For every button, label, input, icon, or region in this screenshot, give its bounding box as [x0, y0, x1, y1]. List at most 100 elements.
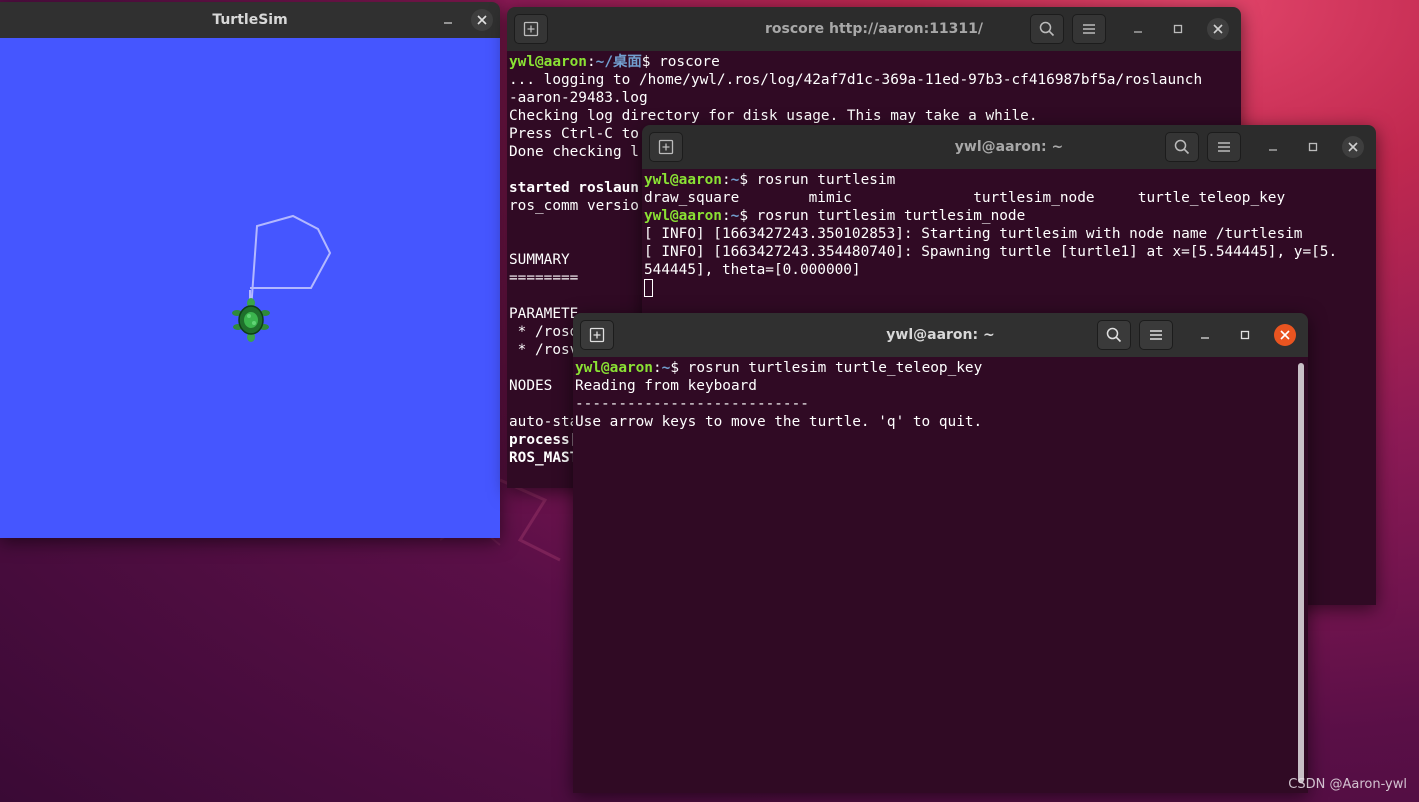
prompt-path: ~/桌面 [595, 54, 642, 70]
terminal-line: --------------------------- [575, 395, 1308, 413]
terminal-text: * /rosv [509, 342, 579, 358]
terminal-text: Reading from keyboard [575, 378, 757, 394]
turtle-path-drawing [232, 214, 332, 342]
minimize-button[interactable] [1262, 136, 1284, 158]
terminal-text: SUMMARY [509, 252, 570, 268]
maximize-icon [1173, 24, 1183, 34]
search-icon [1106, 327, 1122, 343]
minimize-icon [1134, 31, 1142, 33]
close-icon [1280, 330, 1290, 340]
prompt-user: ywl@aaron [644, 172, 722, 188]
new-tab-icon [589, 327, 605, 343]
turtlesim-window[interactable]: TurtleSim [0, 2, 500, 538]
window-title: TurtleSim [212, 12, 288, 28]
maximize-button[interactable] [1167, 18, 1189, 40]
teleop-terminal-window[interactable]: ywl@aaron: ~ ywl@aaron:~$ rosrun turtles… [573, 313, 1308, 793]
hamburger-menu-icon [1150, 330, 1162, 340]
new-tab-icon [523, 21, 539, 37]
close-button[interactable] [1207, 18, 1229, 40]
terminal-text: $ rosrun turtlesim [739, 172, 896, 188]
terminal-text: $ roscore [641, 54, 720, 70]
search-button[interactable] [1030, 14, 1064, 44]
search-button[interactable] [1097, 320, 1131, 350]
prompt-user: ywl@aaron [509, 54, 587, 70]
search-icon [1174, 139, 1190, 155]
terminal-text: --------------------------- [575, 396, 809, 412]
hamburger-menu-icon [1083, 24, 1095, 34]
terminal-text: : [652, 360, 662, 376]
terminal-text: * /rosd [509, 324, 579, 340]
maximize-button[interactable] [1234, 324, 1256, 346]
terminal-line: ywl@aaron:~$ rosrun turtlesim [644, 171, 1376, 189]
close-icon [477, 15, 487, 25]
close-icon [1348, 142, 1358, 152]
terminal-text: Done checking l [509, 144, 639, 160]
terminal-text: ros_comm versio [509, 198, 639, 214]
minimize-button[interactable] [1127, 18, 1149, 40]
new-tab-button[interactable] [580, 320, 614, 350]
watermark: CSDN @Aaron-ywl [1288, 777, 1407, 792]
teleop-titlebar[interactable]: ywl@aaron: ~ [573, 313, 1308, 357]
minimize-icon [444, 22, 452, 24]
terminal-text: $ rosrun turtlesim turtle_teleop_key [670, 360, 983, 376]
terminal-text: -aaron-29483.log [509, 90, 648, 106]
scrollbar[interactable] [1298, 363, 1304, 783]
terminal-text: [ INFO] [1663427243.350102853]: Starting… [644, 226, 1303, 242]
terminal-text: auto-sta [509, 414, 579, 430]
minimize-icon [1201, 337, 1209, 339]
close-icon [1213, 24, 1223, 34]
maximize-button[interactable] [1302, 136, 1324, 158]
terminal-line [644, 279, 1376, 297]
close-button[interactable] [471, 9, 493, 31]
minimize-button[interactable] [437, 9, 459, 31]
maximize-icon [1308, 142, 1318, 152]
terminal-line: 544445], theta=[0.000000] [644, 261, 1376, 279]
minimize-button[interactable] [1194, 324, 1216, 346]
menu-button[interactable] [1139, 320, 1173, 350]
terminal-text: ROS_MAST [509, 450, 579, 466]
maximize-icon [1240, 330, 1250, 340]
terminal-output[interactable]: ywl@aaron:~$ rosrun turtlesim turtle_tel… [573, 357, 1308, 793]
terminal-text: 544445], theta=[0.000000] [644, 262, 861, 278]
terminal-text: [ INFO] [1663427243.354480740]: Spawning… [644, 244, 1338, 260]
terminal-text: NODES [509, 378, 553, 394]
search-icon [1039, 21, 1055, 37]
terminal-text: Checking log directory for disk usage. T… [509, 108, 1038, 124]
turtlesim-node-titlebar[interactable]: ywl@aaron: ~ [642, 125, 1376, 169]
menu-button[interactable] [1072, 14, 1106, 44]
terminal-line: draw_square mimic turtlesim_node turtle_… [644, 189, 1376, 207]
roscore-titlebar[interactable]: roscore http://aaron:11311/ [507, 7, 1241, 51]
text-cursor [644, 279, 653, 297]
terminal-text: Press Ctrl-C to [509, 126, 639, 142]
terminal-text: ======== [509, 270, 579, 286]
turtle-icon [232, 298, 270, 342]
terminal-line: ywl@aaron:~$ rosrun turtlesim turtlesim_… [644, 207, 1376, 225]
close-button[interactable] [1274, 324, 1296, 346]
search-button[interactable] [1165, 132, 1199, 162]
turtlesim-titlebar[interactable]: TurtleSim [0, 2, 500, 38]
terminal-text: Use arrow keys to move the turtle. 'q' t… [575, 414, 983, 430]
minimize-icon [1269, 149, 1277, 151]
prompt-user: ywl@aaron [575, 360, 653, 376]
terminal-line: [ INFO] [1663427243.350102853]: Starting… [644, 225, 1376, 243]
terminal-line: Checking log directory for disk usage. T… [509, 107, 1241, 125]
terminal-text: $ rosrun turtlesim turtlesim_node [739, 208, 1026, 224]
terminal-text: process[ [509, 432, 579, 448]
terminal-line: Reading from keyboard [575, 377, 1308, 395]
terminal-line: Use arrow keys to move the turtle. 'q' t… [575, 413, 1308, 431]
new-tab-button[interactable] [649, 132, 683, 162]
terminal-line: -aaron-29483.log [509, 89, 1241, 107]
terminal-text: PARAMETE [509, 306, 579, 322]
new-tab-button[interactable] [514, 14, 548, 44]
menu-button[interactable] [1207, 132, 1241, 162]
terminal-text: : [721, 172, 731, 188]
terminal-line: ywl@aaron:~$ rosrun turtlesim turtle_tel… [575, 359, 1308, 377]
close-button[interactable] [1342, 136, 1364, 158]
new-tab-icon [658, 139, 674, 155]
terminal-text: ... logging to /home/ywl/.ros/log/42af7d… [509, 72, 1203, 88]
turtle-trail [249, 214, 332, 325]
terminal-line: [ INFO] [1663427243.354480740]: Spawning… [644, 243, 1376, 261]
terminal-text: : [721, 208, 731, 224]
terminal-line: ywl@aaron:~/桌面$ roscore [509, 53, 1241, 71]
terminal-text: started roslaun [509, 180, 639, 196]
